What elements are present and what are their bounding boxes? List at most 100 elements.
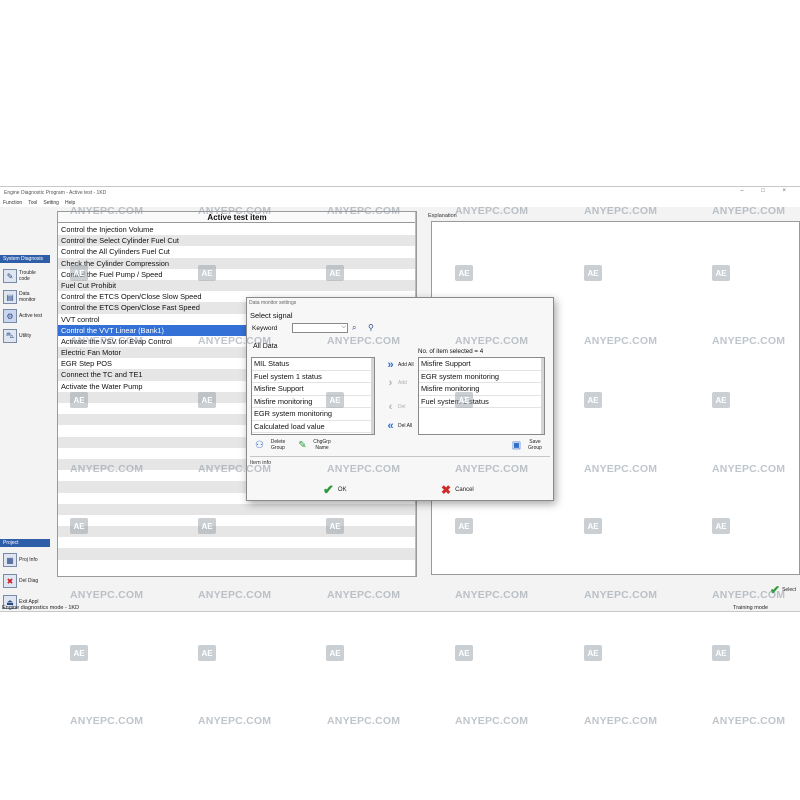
menu-bar: Function Tool Setting Help: [0, 199, 800, 207]
menu-tool[interactable]: Tool: [28, 200, 37, 206]
window-controls[interactable]: – □ ×: [740, 188, 794, 194]
active-test-row[interactable]: [58, 548, 416, 560]
status-left: Engine diagnostics mode - 1KD: [2, 605, 80, 611]
filter-search-icon[interactable]: ⚲: [368, 323, 374, 332]
active-test-row[interactable]: [58, 537, 416, 549]
available-signal-item[interactable]: Misfire Support: [252, 383, 374, 396]
watermark-logo: AE: [70, 645, 88, 661]
active-test-row[interactable]: Control the All Cylinders Fuel Cut: [58, 246, 416, 258]
watermark-logo: AE: [455, 645, 473, 661]
active-test-row[interactable]: [58, 514, 416, 527]
select-button[interactable]: ✔ Select: [770, 583, 796, 597]
watermark-text: ANYEPC.COM: [70, 715, 144, 727]
selected-signal-item[interactable]: Misfire monitoring: [419, 383, 544, 396]
active-test-row[interactable]: [58, 526, 416, 538]
add-label: Add: [398, 380, 407, 386]
add-button[interactable]: › Add: [384, 375, 416, 392]
status-right: Training mode: [733, 605, 768, 611]
status-bar: Engine diagnostics mode - 1KD Training m…: [0, 603, 800, 613]
sidebar-item-label: Utility: [19, 333, 32, 339]
ok-label: OK: [337, 487, 347, 493]
check-icon: ✔: [323, 482, 334, 497]
active-test-row[interactable]: Control the Fuel Pump / Speed: [58, 268, 416, 280]
available-signal-item[interactable]: Calculated load value: [252, 421, 374, 433]
available-list-scrollbar[interactable]: [371, 358, 374, 434]
item-info-label: Item info: [250, 460, 272, 466]
monitor-icon: ▤: [3, 290, 17, 304]
delete-group-label: Delete Group: [270, 439, 286, 451]
keyword-label: Keyword: [252, 325, 278, 332]
available-signal-item[interactable]: Fuel system 1 status: [252, 371, 374, 383]
sidebar-item-trouble-code[interactable]: ✎ Trouble code: [3, 266, 47, 286]
active-test-icon: ⚙: [3, 309, 17, 323]
double-chevron-left-icon: «: [387, 420, 394, 432]
active-test-row[interactable]: Check the Cylinder Compression: [58, 257, 416, 269]
watermark-text: ANYEPC.COM: [712, 715, 786, 727]
category-select[interactable]: All Data: [251, 341, 379, 352]
del-button[interactable]: ‹ Del: [384, 399, 416, 416]
available-signals-list: MIL Status Fuel system 1 status Misfire Su…: [251, 357, 375, 435]
selected-signal-item[interactable]: Misfire Support: [419, 358, 544, 371]
watermark-logo: AE: [326, 645, 344, 661]
sidebar-item-del-diag[interactable]: ✖ Del Diag: [3, 571, 47, 591]
watermark-logo: AE: [712, 645, 730, 661]
selected-signals-list: Misfire Support EGR system monitoring Misf…: [418, 357, 545, 435]
explanation-label: Explanation: [428, 213, 457, 219]
watermark-logo: AE: [198, 645, 216, 661]
cancel-button[interactable]: ✖ Cancel: [441, 483, 474, 497]
cancel-label: Cancel: [455, 487, 474, 493]
sidebar-item-label: Proj Info: [19, 557, 38, 563]
edit-icon: ✎: [298, 439, 307, 451]
car-lift-icon: ⛍: [3, 329, 17, 343]
sidebar-item-label: Data monitor: [19, 291, 36, 303]
watermark-text: ANYEPC.COM: [198, 715, 272, 727]
window-title: Engine Diagnostic Program - Active test …: [4, 190, 107, 196]
menu-setting[interactable]: Setting: [43, 200, 59, 206]
chevron-left-icon: ‹: [388, 401, 393, 413]
active-test-row[interactable]: [58, 503, 416, 515]
dialog-title: Data monitor settings: [249, 300, 297, 306]
sidebar-item-proj-info[interactable]: ▦ Proj Info: [3, 550, 47, 570]
del-all-button[interactable]: « Del All: [384, 418, 416, 435]
selected-count-label: No. of item selected = 4: [418, 348, 484, 355]
sidebar-item-label: Trouble code: [19, 270, 36, 282]
keyword-input[interactable]: ⌵: [292, 323, 348, 333]
ok-button[interactable]: ✔ OK: [323, 482, 347, 497]
project-section-title: Project: [0, 539, 50, 547]
watermark-text: ANYEPC.COM: [327, 715, 401, 727]
available-signal-item[interactable]: EGR system monitoring: [252, 408, 374, 421]
sidebar-item-utility[interactable]: ⛍ Utility: [3, 326, 47, 346]
sidebar-item-active-test[interactable]: ⚙ Active test: [3, 306, 47, 326]
save-group-button[interactable]: ▣ Save Group: [509, 437, 544, 454]
divider: [250, 456, 550, 457]
watermark-text: ANYEPC.COM: [455, 715, 529, 727]
sidebar-item-label: Del Diag: [19, 578, 39, 584]
check-icon: ✔: [770, 583, 781, 597]
del-all-label: Del All: [398, 423, 413, 429]
available-signal-item[interactable]: Misfire monitoring: [252, 396, 374, 408]
sidebar-item-data-monitor[interactable]: ▤ Data monitor: [3, 287, 47, 307]
active-test-row[interactable]: Fuel Cut Prohibit: [58, 279, 416, 292]
sidebar-section-title: System Diagnosis: [0, 255, 50, 263]
selected-list-scrollbar[interactable]: [541, 358, 544, 434]
close-icon: ✖: [441, 483, 452, 497]
delete-diag-icon: ✖: [3, 574, 17, 588]
select-signal-label: Select signal: [250, 311, 293, 320]
menu-function[interactable]: Function: [3, 200, 22, 206]
selected-signal-item[interactable]: EGR system monitoring: [419, 371, 544, 383]
watermark-text: ANYEPC.COM: [584, 715, 658, 727]
active-test-row[interactable]: Control the Select Cylinder Fuel Cut: [58, 235, 416, 247]
delete-group-button[interactable]: ⚇ Delete Group: [252, 437, 287, 454]
change-group-name-button[interactable]: ✎ ChgGrp Name: [295, 437, 332, 454]
available-signal-item[interactable]: MIL Status: [252, 358, 374, 371]
menu-help[interactable]: Help: [65, 200, 75, 206]
add-all-label: Add All: [398, 362, 414, 368]
add-all-button[interactable]: » Add All: [384, 357, 416, 374]
active-test-row[interactable]: Control the Injection Volume: [58, 224, 416, 236]
select-button-label: Select: [782, 587, 796, 593]
chevron-right-icon: ›: [388, 377, 393, 389]
selected-signal-item[interactable]: Fuel system 1 status: [419, 396, 544, 408]
search-icon[interactable]: ⌕: [352, 323, 356, 333]
double-chevron-right-icon: »: [387, 359, 394, 371]
chevron-down-icon[interactable]: ⌵: [341, 324, 346, 331]
